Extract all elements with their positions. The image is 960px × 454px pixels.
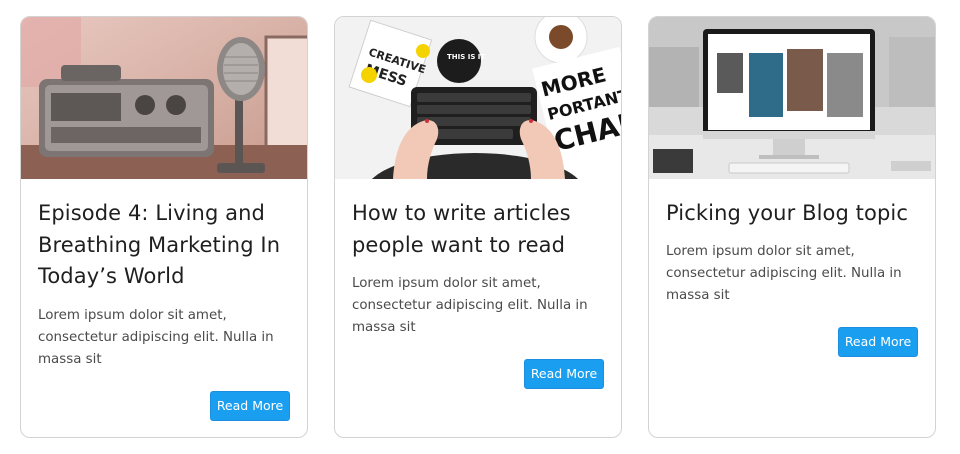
post-title[interactable]: How to write articles people want to rea… [352, 198, 609, 261]
blog-card: CREATIVE MESS THIS IS IT MORE PORTANT CH… [334, 16, 622, 438]
blog-cards-grid: Episode 4: Living and Breathing Marketin… [0, 0, 960, 454]
vintage-radio-microphone-image [21, 17, 307, 179]
imac-office-image [649, 17, 935, 179]
read-more-button[interactable]: Read More [524, 359, 604, 389]
desk-keyboard-image: CREATIVE MESS THIS IS IT MORE PORTANT CH… [335, 17, 621, 179]
post-excerpt: Lorem ipsum dolor sit amet, consectetur … [38, 308, 274, 367]
read-more-button[interactable]: Read More [838, 327, 918, 357]
sticker-text-this-is-it: THIS IS IT [447, 53, 485, 61]
blog-card: Episode 4: Living and Breathing Marketin… [20, 16, 308, 438]
post-thumbnail-imac-office[interactable] [649, 17, 935, 179]
post-thumbnail-desk-keyboard[interactable]: CREATIVE MESS THIS IS IT MORE PORTANT CH… [335, 17, 621, 179]
read-more-button[interactable]: Read More [210, 391, 290, 421]
post-excerpt: Lorem ipsum dolor sit amet, consectetur … [352, 276, 588, 335]
post-title[interactable]: Episode 4: Living and Breathing Marketin… [38, 198, 295, 293]
post-title[interactable]: Picking your Blog topic [666, 198, 923, 230]
post-excerpt: Lorem ipsum dolor sit amet, consectetur … [666, 244, 902, 303]
blog-card: Picking your Blog topic Lorem ipsum dolo… [648, 16, 936, 438]
post-thumbnail-radio-microphone[interactable] [21, 17, 307, 179]
